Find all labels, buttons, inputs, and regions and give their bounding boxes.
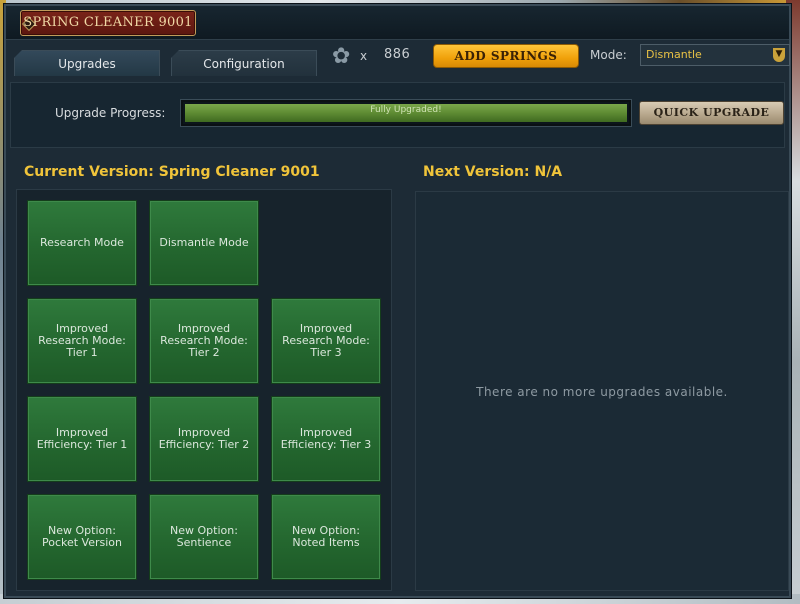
upgrade-tile-improved-research-tier-2[interactable]: Improved Research Mode: Tier 2 [149, 298, 259, 384]
quick-upgrade-button[interactable]: QUICK UPGRADE [639, 101, 784, 125]
mode-label: Mode: [590, 48, 627, 62]
upgrade-progress-panel: Upgrade Progress: Fully Upgraded! QUICK … [10, 82, 785, 148]
spring-cleaner-window: SPRING CLEANER 9001 Upgrades Configurati… [4, 4, 791, 598]
window-title: SPRING CLEANER 9001 [23, 15, 193, 30]
add-springs-button[interactable]: ADD SPRINGS [433, 44, 579, 68]
upgrade-progress-text: Fully Upgraded! [370, 105, 442, 115]
title-plate: SPRING CLEANER 9001 [20, 10, 196, 36]
spring-icon: ✿ [332, 44, 351, 69]
mode-selected-value: Dismantle [646, 48, 702, 61]
springs-multiplier: x [360, 49, 368, 63]
upgrade-tile-improved-efficiency-tier-2[interactable]: Improved Efficiency: Tier 2 [149, 396, 259, 482]
upgrade-tile-research-mode[interactable]: Research Mode [27, 200, 137, 286]
chevron-down-icon[interactable]: ▼ [773, 48, 785, 62]
upgrade-tile-pocket-version[interactable]: New Option: Pocket Version [27, 494, 137, 580]
next-upgrades-panel: There are no more upgrades available. [415, 191, 789, 591]
tab-upgrades[interactable]: Upgrades [14, 50, 160, 76]
springs-count: 886 [384, 47, 411, 62]
no-upgrades-message: There are no more upgrades available. [476, 385, 728, 399]
upgrade-tile-noted-items[interactable]: New Option: Noted Items [271, 494, 381, 580]
upgrade-tile-improved-research-tier-1[interactable]: Improved Research Mode: Tier 1 [27, 298, 137, 384]
current-version-heading: Current Version: Spring Cleaner 9001 [24, 164, 320, 180]
mode-dropdown[interactable]: Dismantle ▼ [640, 44, 790, 66]
current-upgrades-grid: Research Mode Dismantle Mode Improved Re… [16, 189, 392, 591]
tab-configuration[interactable]: Configuration [171, 50, 317, 76]
upgrade-tile-dismantle-mode[interactable]: Dismantle Mode [149, 200, 259, 286]
upgrade-progress-bar: Fully Upgraded! [181, 100, 631, 126]
upgrade-tile-improved-efficiency-tier-3[interactable]: Improved Efficiency: Tier 3 [271, 396, 381, 482]
upgrade-tile-sentience[interactable]: New Option: Sentience [149, 494, 259, 580]
upgrade-tile-improved-efficiency-tier-1[interactable]: Improved Efficiency: Tier 1 [27, 396, 137, 482]
upgrade-tile-improved-research-tier-3[interactable]: Improved Research Mode: Tier 3 [271, 298, 381, 384]
window-titlebar[interactable]: SPRING CLEANER 9001 [6, 6, 789, 40]
upgrade-progress-label: Upgrade Progress: [55, 106, 166, 120]
next-version-heading: Next Version: N/A [423, 164, 563, 180]
